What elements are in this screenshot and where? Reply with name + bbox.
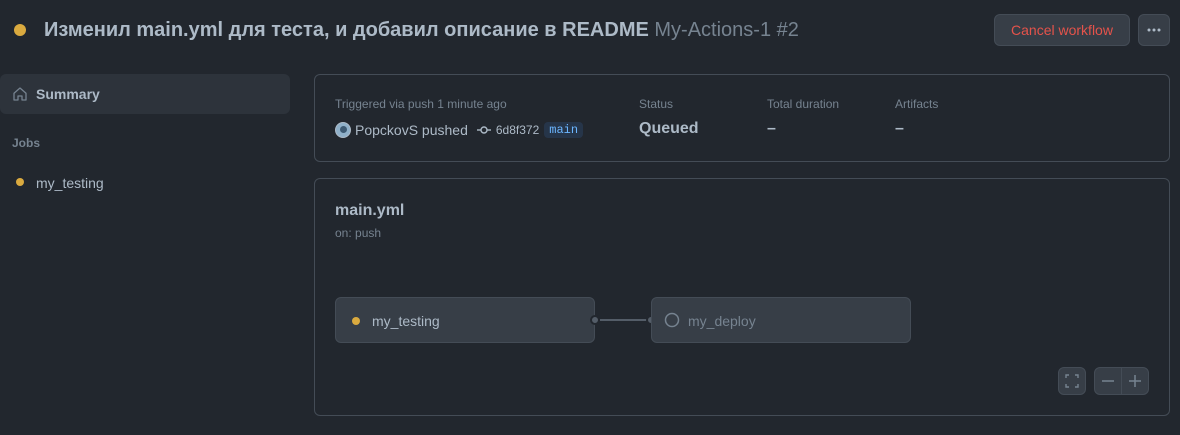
queued-status-icon (352, 317, 360, 325)
page-header: Изменил main.yml для теста, и добавил оп… (0, 0, 1180, 62)
commit-icon (476, 126, 491, 134)
home-icon (13, 87, 27, 101)
sidebar-item-job[interactable]: my_testing (0, 170, 290, 194)
run-status-icon (14, 24, 26, 36)
run-summary-card: Triggered via push 1 minute ago PopckovS… (314, 74, 1170, 162)
trigger-user[interactable]: PopckovS pushed (355, 122, 468, 138)
run-title: Изменил main.yml для теста, и добавил оп… (44, 19, 649, 41)
workflow-name: main.yml (335, 202, 405, 219)
page-title: Изменил main.yml для теста, и добавил оп… (44, 18, 799, 42)
zoom-in-icon (1129, 375, 1141, 387)
workflow-graph-card: main.yml on: push my_testing my_deploy (314, 178, 1170, 416)
artifacts-column: Artifacts – (895, 97, 938, 138)
status-column: Status Queued (639, 97, 699, 138)
artifacts-value: – (895, 120, 904, 137)
duration-column: Total duration – (767, 97, 839, 138)
duration-label: Total duration (767, 97, 840, 111)
fullscreen-button[interactable] (1058, 367, 1086, 395)
zoom-out-button[interactable] (1094, 367, 1122, 395)
cancel-workflow-button[interactable]: Cancel workflow (994, 14, 1130, 46)
pending-circle-icon (664, 312, 680, 328)
commit-sha-link[interactable]: 6d8f372 (496, 123, 539, 137)
run-repo-number: My-Actions-1 #2 (654, 19, 799, 41)
trigger-details: PopckovS pushed 6d8f372 main (335, 121, 584, 139)
job-node-label: my_testing (372, 313, 440, 329)
job-connector (600, 319, 652, 321)
avatar[interactable] (335, 122, 351, 138)
job-node-my-testing[interactable]: my_testing (335, 297, 595, 343)
fullscreen-icon (1065, 374, 1079, 388)
job-output-port (590, 315, 600, 325)
artifacts-label: Artifacts (895, 97, 939, 111)
job-node-my-deploy[interactable]: my_deploy (651, 297, 911, 343)
sidebar-item-summary[interactable]: Summary (0, 74, 290, 114)
more-options-button[interactable] (1138, 14, 1170, 46)
sidebar-item-label: Summary (36, 86, 100, 102)
status-label: Status (639, 97, 674, 111)
queued-status-icon (16, 178, 24, 186)
zoom-in-button[interactable] (1121, 367, 1149, 395)
workflow-trigger: on: push (335, 226, 382, 240)
branch-label[interactable]: main (544, 122, 584, 138)
duration-value: – (767, 120, 776, 137)
status-value: Queued (639, 120, 699, 137)
kebab-icon (1147, 28, 1161, 32)
job-node-label: my_deploy (688, 313, 756, 329)
trigger-label: Triggered via push 1 minute ago (335, 97, 507, 111)
zoom-out-icon (1102, 380, 1114, 382)
jobs-heading: Jobs (12, 136, 41, 150)
sidebar-job-label: my_testing (36, 175, 104, 191)
